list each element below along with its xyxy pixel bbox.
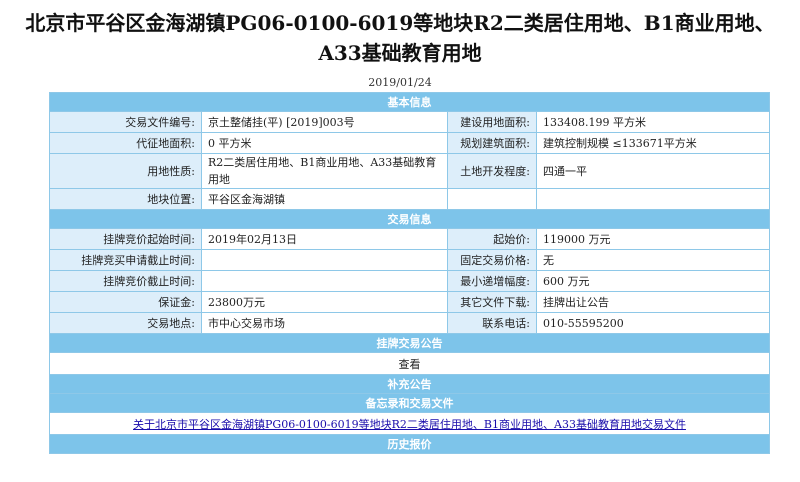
section-supplement: 补充公告 — [49, 374, 770, 394]
start-time-value: 2019年02月13日 — [201, 228, 448, 250]
expropriation-area-value: 0 平方米 — [201, 132, 448, 154]
planned-area-label: 规划建筑面积: — [447, 132, 537, 154]
land-use-value: R2二类居住用地、B1商业用地、A33基础教育用地 — [201, 153, 448, 189]
construction-area-value: 133408.199 平方米 — [536, 111, 770, 133]
section-trade-info: 交易信息 — [49, 209, 770, 229]
phone-value: 010-55595200 — [536, 312, 770, 334]
fixed-price-label: 固定交易价格: — [447, 249, 537, 271]
apply-deadline-label: 挂牌竞买申请截止时间: — [49, 249, 202, 271]
other-files-label: 其它文件下载: — [447, 291, 537, 313]
min-increment-value: 600 万元 — [536, 270, 770, 292]
page-title: 北京市平谷区金海湖镇PG06-0100-6019等地块R2二类居住用地、B1商业… — [25, 11, 775, 65]
view-announcement-link[interactable]: 查看 — [49, 352, 770, 375]
land-info-table: 基本信息 交易文件编号: 京土整储挂(平) [2019]003号 建设用地面积:… — [49, 92, 770, 454]
fixed-price-value: 无 — [536, 249, 770, 271]
deposit-value: 23800万元 — [201, 291, 448, 313]
location-value: 平谷区金海湖镇 — [201, 188, 448, 210]
section-basic-info: 基本信息 — [49, 92, 770, 112]
development-value: 四通一平 — [536, 153, 770, 189]
phone-label: 联系电话: — [447, 312, 537, 334]
trade-place-label: 交易地点: — [49, 312, 202, 334]
expropriation-area-label: 代征地面积: — [49, 132, 202, 154]
trade-document-link[interactable]: 关于北京市平谷区金海湖镇PG06-0100-6019等地块R2二类居住用地、B1… — [133, 418, 686, 431]
apply-deadline-value — [201, 249, 448, 271]
bid-deadline-value — [201, 270, 448, 292]
file-no-label: 交易文件编号: — [49, 111, 202, 133]
other-files-value: 挂牌出让公告 — [536, 291, 770, 313]
location-extra-label — [447, 188, 537, 210]
start-time-label: 挂牌竞价起始时间: — [49, 228, 202, 250]
file-no-value: 京土整储挂(平) [2019]003号 — [201, 111, 448, 133]
planned-area-value: 建筑控制规模 ≤133671平方米 — [536, 132, 770, 154]
section-memo-files: 备忘录和交易文件 — [49, 393, 770, 413]
location-label: 地块位置: — [49, 188, 202, 210]
publish-date: 2019/01/24 — [368, 76, 432, 89]
deposit-label: 保证金: — [49, 291, 202, 313]
development-label: 土地开发程度: — [447, 153, 537, 189]
bid-deadline-label: 挂牌竞价截止时间: — [49, 270, 202, 292]
location-extra-value — [536, 188, 770, 210]
construction-area-label: 建设用地面积: — [447, 111, 537, 133]
start-price-label: 起始价: — [447, 228, 537, 250]
start-price-value: 119000 万元 — [536, 228, 770, 250]
section-history-quotes: 历史报价 — [49, 434, 770, 454]
trade-place-value: 市中心交易市场 — [201, 312, 448, 334]
min-increment-label: 最小递增幅度: — [447, 270, 537, 292]
section-announcement: 挂牌交易公告 — [49, 333, 770, 353]
land-use-label: 用地性质: — [49, 153, 202, 189]
memo-row: 关于北京市平谷区金海湖镇PG06-0100-6019等地块R2二类居住用地、B1… — [49, 412, 770, 435]
